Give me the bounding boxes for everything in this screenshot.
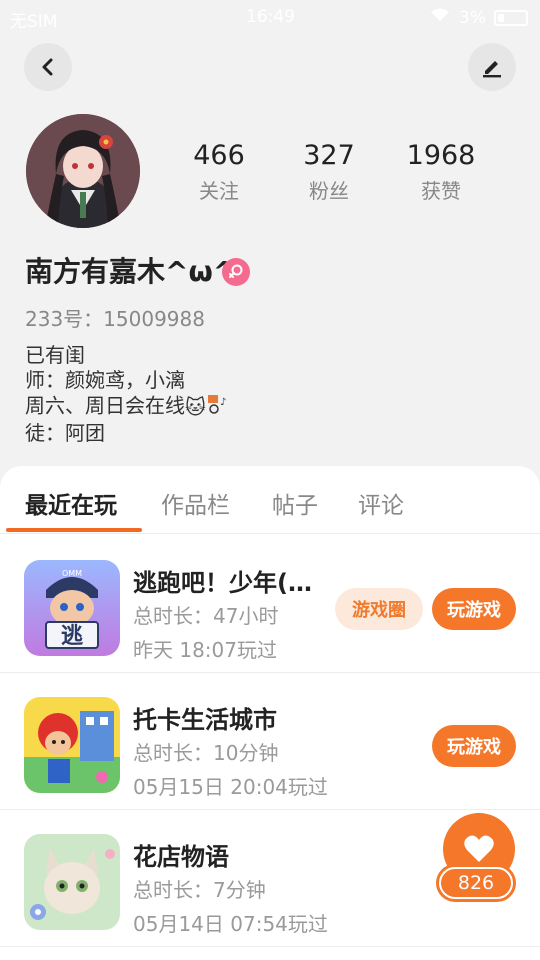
game-last-played: 05月15日 20:04玩过	[133, 775, 328, 799]
game-icon[interactable]: 逃 OMM	[24, 560, 120, 656]
game-name: 花店物语	[133, 843, 229, 871]
female-icon	[222, 258, 250, 286]
battery-text: 3%	[459, 7, 486, 28]
tab-bar: 最近在玩 作品栏 帖子 评论	[0, 466, 540, 534]
sticker-emoji-icon: ♪	[206, 393, 232, 421]
game-duration: 总时长：10分钟	[133, 741, 279, 765]
status-bar: 无SIM 16:49 3%	[0, 0, 540, 34]
play-game-button[interactable]: 玩游戏	[432, 725, 516, 767]
play-game-button[interactable]: 玩游戏	[432, 588, 516, 630]
following-count: 466	[193, 140, 245, 171]
status-icons: 3%	[429, 7, 528, 28]
game-name: 托卡生活城市	[133, 706, 277, 734]
game-icon[interactable]	[24, 834, 120, 930]
stat-following[interactable]: 466 关注	[164, 140, 274, 204]
bio-line: 已有闺	[25, 343, 85, 367]
fans-label: 粉丝	[309, 179, 349, 203]
game-last-played: 昨天 18:07玩过	[133, 638, 277, 662]
game-duration: 总时长：7分钟	[133, 878, 266, 902]
clock: 16:49	[246, 7, 295, 27]
stat-fans[interactable]: 327 粉丝	[274, 140, 384, 204]
game-row[interactable]: 托卡生活城市 总时长：10分钟 05月15日 20:04玩过 玩游戏	[0, 673, 540, 810]
fans-count: 327	[303, 140, 355, 171]
bio-line: 徒：阿团	[25, 421, 105, 445]
game-duration: 总时长：47小时	[133, 604, 279, 628]
bio-line: 周六、周日会在线🐱 ♪	[25, 393, 232, 421]
chevron-left-icon	[42, 58, 53, 76]
wifi-icon	[429, 7, 451, 28]
tab-comments[interactable]: 评论	[358, 486, 404, 520]
stat-likes[interactable]: 1968 获赞	[386, 140, 496, 204]
active-tab-indicator	[6, 528, 142, 532]
battery-icon	[494, 9, 528, 26]
edit-pen-icon	[483, 61, 501, 78]
user-id: 233号：15009988	[25, 307, 205, 331]
svg-text:♪: ♪	[220, 397, 226, 408]
following-label: 关注	[199, 179, 239, 203]
svg-text:OMM: OMM	[62, 569, 82, 578]
game-name: 逃跑吧！少年(…	[133, 569, 312, 597]
game-icon[interactable]	[24, 697, 120, 793]
carrier-text: 无SIM	[10, 12, 58, 32]
likes-count: 1968	[406, 140, 476, 171]
likes-label: 获赞	[421, 179, 461, 203]
game-circle-button[interactable]: 游戏圈	[335, 588, 423, 630]
like-count-badge[interactable]: 826	[436, 864, 516, 902]
avatar[interactable]	[26, 114, 140, 228]
bio: 已有闺 师：颜婉鸢，小漓 周六、周日会在线🐱 ♪ 徒：阿团	[25, 343, 232, 446]
heart-icon	[464, 835, 494, 862]
tab-works[interactable]: 作品栏	[161, 486, 230, 520]
tab-posts[interactable]: 帖子	[272, 486, 318, 520]
back-button[interactable]	[24, 43, 72, 91]
cat-emoji-icon: 🐱	[185, 394, 206, 419]
bio-line: 师：颜婉鸢，小漓	[25, 368, 185, 392]
edit-profile-button[interactable]	[468, 43, 516, 91]
tab-recent-play[interactable]: 最近在玩	[25, 486, 117, 520]
nickname: 南方有嘉木^ω^	[25, 255, 237, 288]
game-last-played: 05月14日 07:54玩过	[133, 912, 328, 936]
game-row[interactable]: 逃 OMM 逃跑吧！少年(… 总时长：47小时 昨天 18:07玩过 游戏圈 玩…	[0, 536, 540, 673]
svg-text:逃: 逃	[61, 624, 84, 649]
like-count: 826	[439, 867, 513, 899]
